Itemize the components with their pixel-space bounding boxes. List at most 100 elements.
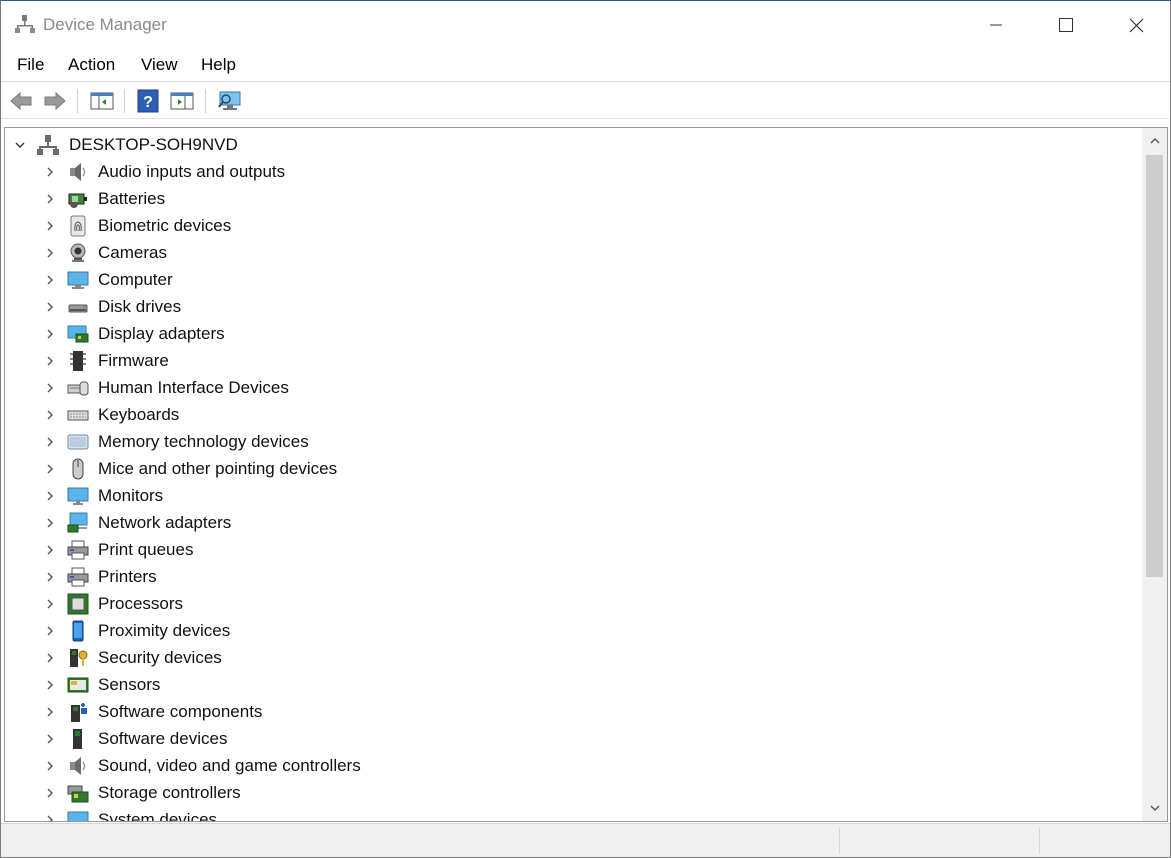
- chevron-right-icon[interactable]: [43, 165, 57, 179]
- tree-item-monitors[interactable]: Monitors: [5, 482, 1142, 509]
- tree-item-biometric-devices[interactable]: Biometric devices: [5, 212, 1142, 239]
- tree-item-firmware[interactable]: Firmware: [5, 347, 1142, 374]
- menu-file[interactable]: File: [14, 55, 47, 75]
- tree-item-label: Biometric devices: [98, 216, 232, 235]
- properties-pane-button[interactable]: [168, 88, 196, 114]
- tree-item-storage-controllers[interactable]: Storage controllers: [5, 779, 1142, 806]
- chevron-down-icon[interactable]: [13, 138, 27, 152]
- chevron-right-icon[interactable]: [43, 651, 57, 665]
- tree-item-processors[interactable]: Processors: [5, 590, 1142, 617]
- status-cell: [1039, 828, 1170, 854]
- vertical-scrollbar[interactable]: [1142, 128, 1167, 821]
- chevron-right-icon[interactable]: [43, 489, 57, 503]
- chevron-right-icon[interactable]: [43, 462, 57, 476]
- tree-item-computer[interactable]: Computer: [5, 266, 1142, 293]
- title-bar[interactable]: Device Manager: [1, 1, 1170, 49]
- menu-help[interactable]: Help: [198, 55, 239, 75]
- computer-root-icon: [37, 134, 59, 156]
- battery-icon: [67, 188, 89, 210]
- chevron-right-icon[interactable]: [43, 219, 57, 233]
- tree-item-label: Print queues: [98, 540, 194, 559]
- chevron-right-icon[interactable]: [43, 786, 57, 800]
- chevron-right-icon[interactable]: [43, 246, 57, 260]
- maximize-button[interactable]: [1031, 1, 1101, 49]
- tree-item-label: Keyboards: [98, 405, 180, 424]
- display-adapter-icon: [67, 323, 89, 345]
- tree-item-mice-and-other-pointing-devices[interactable]: Mice and other pointing devices: [5, 455, 1142, 482]
- tree-item-audio-inputs-and-outputs[interactable]: Audio inputs and outputs: [5, 158, 1142, 185]
- tree-item-disk-drives[interactable]: Disk drives: [5, 293, 1142, 320]
- tree-root-label: DESKTOP-SOH9NVD: [69, 135, 238, 154]
- tree-item-label: Batteries: [98, 189, 166, 208]
- tree-item-label: Computer: [98, 270, 173, 289]
- chevron-right-icon[interactable]: [43, 570, 57, 584]
- chevron-right-icon[interactable]: [43, 705, 57, 719]
- tree-item-keyboards[interactable]: Keyboards: [5, 401, 1142, 428]
- tree-item-proximity-devices[interactable]: Proximity devices: [5, 617, 1142, 644]
- chevron-right-icon[interactable]: [43, 273, 57, 287]
- show-hide-console-tree-button[interactable]: [88, 88, 116, 114]
- minimize-button[interactable]: [961, 1, 1031, 49]
- chevron-right-icon[interactable]: [43, 300, 57, 314]
- scan-hardware-changes-icon: [218, 91, 241, 110]
- menu-view[interactable]: View: [138, 55, 181, 75]
- device-tree-pane: DESKTOP-SOH9NVD Audio inputs and outputs…: [4, 127, 1168, 822]
- tree-item-sensors[interactable]: Sensors: [5, 671, 1142, 698]
- chevron-up-icon: [1150, 138, 1159, 144]
- scroll-down-button[interactable]: [1142, 795, 1167, 821]
- forward-arrow-icon: [44, 91, 66, 111]
- chevron-right-icon[interactable]: [43, 597, 57, 611]
- chevron-right-icon[interactable]: [43, 354, 57, 368]
- tree-item-label: Audio inputs and outputs: [98, 162, 286, 181]
- device-tree[interactable]: DESKTOP-SOH9NVD Audio inputs and outputs…: [5, 128, 1142, 821]
- chevron-right-icon[interactable]: [43, 516, 57, 530]
- tree-item-security-devices[interactable]: Security devices: [5, 644, 1142, 671]
- chevron-right-icon[interactable]: [43, 759, 57, 773]
- chevron-right-icon[interactable]: [43, 624, 57, 638]
- proximity-device-icon: [67, 620, 89, 642]
- tree-item-software-components[interactable]: Software components: [5, 698, 1142, 725]
- tree-item-memory-technology-devices[interactable]: Memory technology devices: [5, 428, 1142, 455]
- scroll-up-button[interactable]: [1142, 128, 1167, 154]
- scan-hardware-changes-button[interactable]: [216, 88, 244, 114]
- tree-item-cameras[interactable]: Cameras: [5, 239, 1142, 266]
- tree-item-printers[interactable]: Printers: [5, 563, 1142, 590]
- scrollbar-thumb[interactable]: [1146, 155, 1163, 577]
- tree-item-print-queues[interactable]: Print queues: [5, 536, 1142, 563]
- chevron-right-icon[interactable]: [43, 381, 57, 395]
- tree-item-display-adapters[interactable]: Display adapters: [5, 320, 1142, 347]
- menu-action[interactable]: Action: [65, 55, 118, 75]
- tree-item-network-adapters[interactable]: Network adapters: [5, 509, 1142, 536]
- show-hide-console-tree-icon: [90, 92, 114, 110]
- chevron-right-icon[interactable]: [43, 678, 57, 692]
- tree-item-software-devices[interactable]: Software devices: [5, 725, 1142, 752]
- help-button[interactable]: ?: [134, 88, 162, 114]
- tree-item-label: System devices: [98, 810, 218, 821]
- computer-monitor-icon: [67, 269, 89, 291]
- back-arrow-icon: [10, 91, 32, 111]
- forward-button[interactable]: [41, 88, 69, 114]
- tree-item-batteries[interactable]: Batteries: [5, 185, 1142, 212]
- chevron-right-icon[interactable]: [43, 435, 57, 449]
- network-adapter-icon: [67, 512, 89, 534]
- chevron-right-icon[interactable]: [43, 327, 57, 341]
- print-queue-icon: [67, 539, 89, 561]
- tree-item-human-interface-devices[interactable]: Human Interface Devices: [5, 374, 1142, 401]
- tree-root-node[interactable]: DESKTOP-SOH9NVD: [5, 131, 1142, 158]
- close-button[interactable]: [1101, 1, 1171, 49]
- chevron-right-icon[interactable]: [43, 408, 57, 422]
- tree-item-system-devices[interactable]: System devices: [5, 806, 1142, 821]
- device-manager-window: Device Manager File Action View Help ? D…: [0, 0, 1171, 858]
- chevron-right-icon[interactable]: [43, 192, 57, 206]
- chevron-right-icon[interactable]: [43, 543, 57, 557]
- tree-item-label: Sound, video and game controllers: [98, 756, 361, 775]
- back-button[interactable]: [7, 88, 35, 114]
- chevron-right-icon[interactable]: [43, 813, 57, 821]
- system-devices-icon: [67, 809, 89, 821]
- tree-item-label: Display adapters: [98, 324, 225, 343]
- help-icon: ?: [137, 89, 159, 113]
- tree-item-sound-video-and-game-controllers[interactable]: Sound, video and game controllers: [5, 752, 1142, 779]
- status-cell: [839, 828, 1039, 854]
- mouse-icon: [67, 458, 89, 480]
- chevron-right-icon[interactable]: [43, 732, 57, 746]
